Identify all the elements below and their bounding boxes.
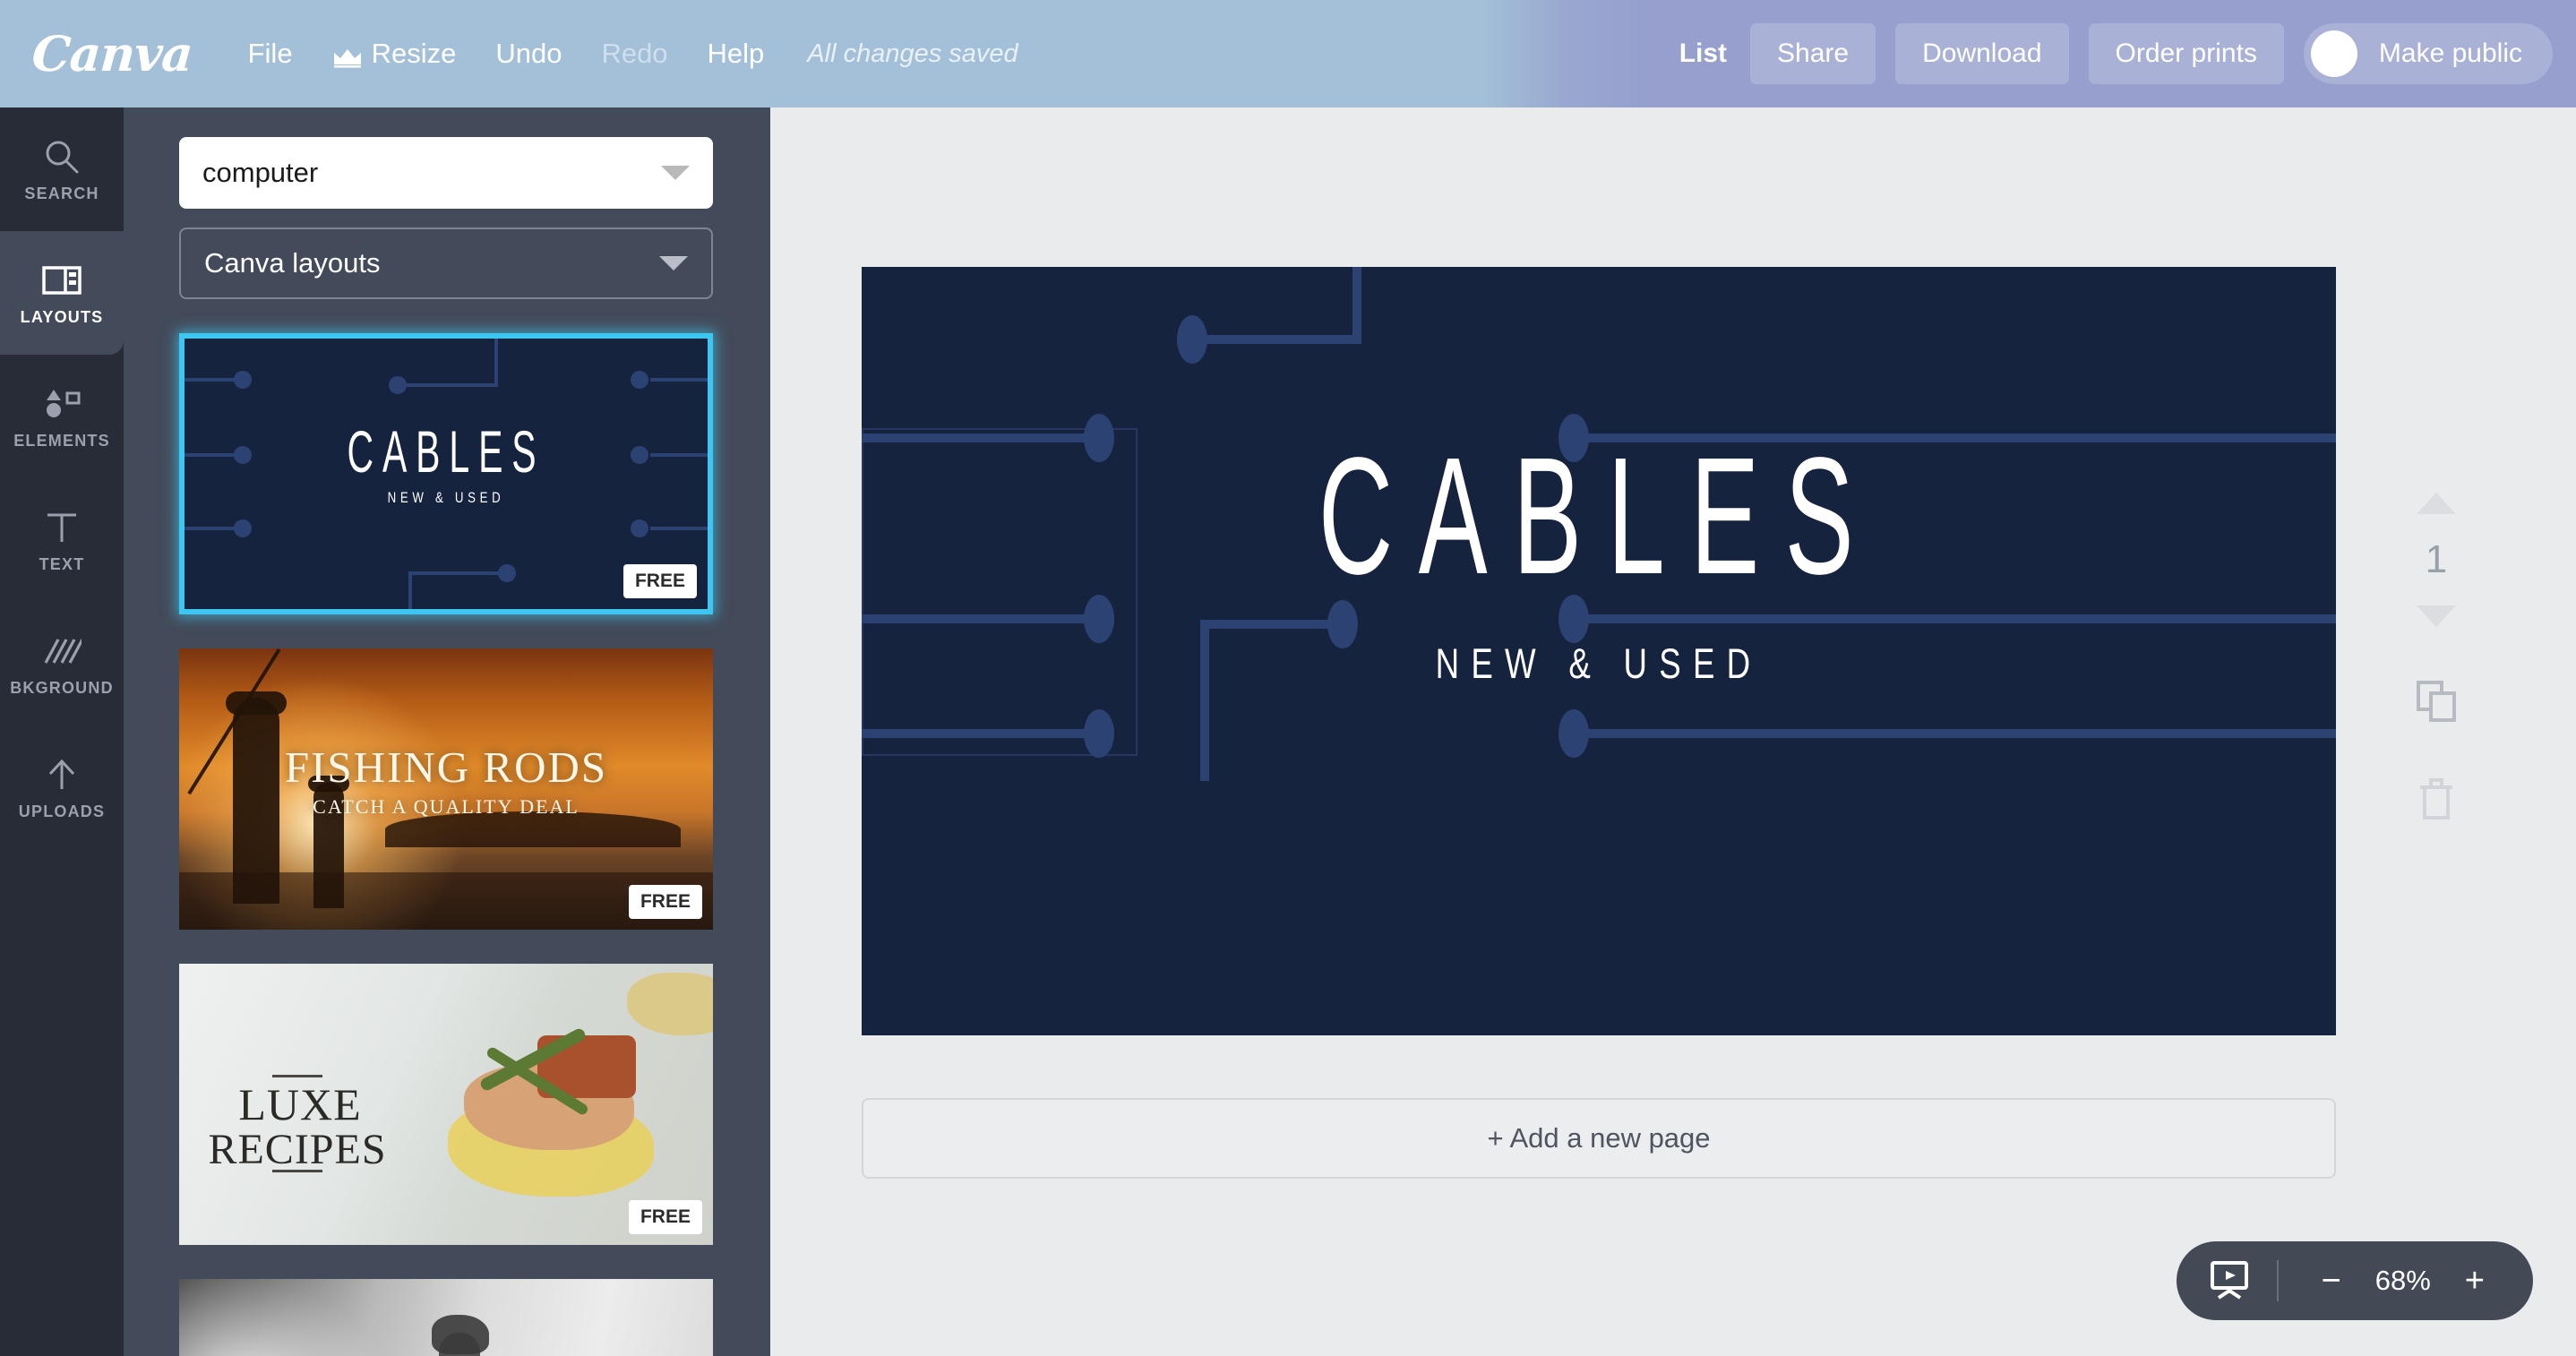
- sidebar-item-search[interactable]: SEARCH: [0, 107, 124, 231]
- chevron-down-icon[interactable]: [661, 166, 690, 180]
- add-new-page-label: + Add a new page: [1487, 1122, 1711, 1154]
- thumbnail-title-line1: LUXE: [238, 1079, 362, 1129]
- canva-logo[interactable]: Canva: [30, 25, 194, 82]
- thumbnail-subtitle: CATCH A QUALITY DEAL: [313, 795, 580, 818]
- menu-item-redo[interactable]: Redo: [581, 29, 687, 79]
- text-icon: [43, 507, 81, 548]
- layouts-icon: [42, 260, 82, 301]
- top-bar: Canva File Resize Undo Redo Help All cha…: [0, 0, 2576, 107]
- delete-icon[interactable]: [2417, 778, 2455, 826]
- search-icon: [43, 136, 81, 177]
- menu-item-file[interactable]: File: [228, 29, 313, 79]
- share-button[interactable]: Share: [1750, 23, 1876, 84]
- save-status-text: All changes saved: [807, 39, 1018, 68]
- sidebar-item-layouts-label: LAYOUTS: [20, 307, 104, 326]
- left-sidebar: SEARCH LAYOUTS ELEMENTS TEXT BKGROUND UP…: [0, 107, 124, 1356]
- layout-thumbnail-luxe-recipes[interactable]: LUXE RECIPES FREE: [179, 964, 713, 1245]
- upload-icon: [44, 754, 80, 795]
- search-input[interactable]: computer: [179, 137, 713, 209]
- menu-item-undo[interactable]: Undo: [476, 29, 581, 79]
- free-badge: FREE: [628, 885, 702, 919]
- make-public-toggle[interactable]: Make public: [2303, 23, 2553, 84]
- menu-item-help[interactable]: Help: [688, 29, 785, 79]
- menu-item-resize-label: Resize: [371, 38, 457, 69]
- make-public-label: Make public: [2378, 39, 2522, 68]
- zoom-in-button[interactable]: +: [2447, 1264, 2503, 1298]
- page-tools: 1: [2383, 493, 2490, 826]
- thumbnail-title: CABLES: [347, 418, 545, 485]
- category-dropdown-value: Canva layouts: [204, 247, 381, 279]
- water-photo: [179, 1279, 713, 1356]
- order-prints-button[interactable]: Order prints: [2088, 23, 2284, 84]
- chevron-down-icon[interactable]: [659, 256, 688, 270]
- thumbnail-title-line2: RECIPES: [208, 1126, 387, 1173]
- canvas-area: CABLES NEW & USED + Add a new page 1 − 6…: [770, 107, 2576, 1356]
- sidebar-item-search-label: SEARCH: [24, 184, 99, 202]
- free-badge: FREE: [623, 564, 697, 598]
- sidebar-item-elements[interactable]: ELEMENTS: [0, 355, 124, 478]
- download-button[interactable]: Download: [1895, 23, 2069, 84]
- layout-thumbnail-list[interactable]: CABLES NEW & USED FREE FISHING RODS CATC…: [179, 333, 743, 1356]
- menu-item-undo-label: Undo: [495, 38, 562, 69]
- canvas-cables-artwork: CABLES NEW & USED: [862, 267, 2336, 1035]
- page-number: 1: [2425, 537, 2448, 581]
- menu-item-file-label: File: [247, 38, 293, 69]
- search-input-value: computer: [202, 157, 319, 188]
- move-down-icon[interactable]: [2417, 605, 2456, 627]
- sidebar-item-text-label: TEXT: [39, 554, 85, 573]
- sidebar-item-layouts[interactable]: LAYOUTS: [0, 215, 124, 371]
- sidebar-item-background-label: BKGROUND: [10, 678, 114, 697]
- layout-thumbnail-cables[interactable]: CABLES NEW & USED FREE: [179, 333, 713, 614]
- thumbnail-subtitle: NEW & USED: [387, 489, 505, 506]
- menu-item-redo-label: Redo: [601, 38, 668, 69]
- sidebar-item-text[interactable]: TEXT: [0, 478, 124, 602]
- toggle-knob: [2310, 30, 2357, 77]
- present-icon[interactable]: [2207, 1257, 2252, 1306]
- design-canvas-page[interactable]: CABLES NEW & USED: [862, 267, 2336, 1035]
- top-bar-right-group: List Share Download Order prints Make pu…: [1481, 0, 2576, 107]
- move-up-icon[interactable]: [2417, 493, 2456, 514]
- zoom-out-button[interactable]: −: [2304, 1264, 2359, 1298]
- zoom-controls: − 68% +: [2176, 1241, 2533, 1320]
- thumbnail-artwork: [179, 1279, 713, 1356]
- elements-icon: [41, 383, 82, 425]
- crown-icon: [332, 43, 363, 68]
- canvas-title[interactable]: CABLES: [1142, 433, 2057, 600]
- thumbnail-title: FISHING RODS: [284, 742, 608, 792]
- sidebar-item-uploads-label: UPLOADS: [18, 802, 106, 820]
- layout-thumbnail-water-photo[interactable]: [179, 1279, 713, 1356]
- layout-thumbnail-fishing-rods[interactable]: FISHING RODS CATCH A QUALITY DEAL FREE: [179, 648, 713, 930]
- background-icon: [42, 631, 82, 672]
- sidebar-item-uploads[interactable]: UPLOADS: [0, 725, 124, 849]
- menu-item-resize[interactable]: Resize: [313, 29, 477, 79]
- canvas-subtitle[interactable]: NEW & USED: [1024, 639, 2174, 688]
- add-new-page-button[interactable]: + Add a new page: [862, 1098, 2336, 1179]
- category-dropdown[interactable]: Canva layouts: [179, 227, 713, 299]
- duplicate-icon[interactable]: [2415, 679, 2458, 726]
- zoom-divider: [2276, 1260, 2279, 1301]
- free-badge: FREE: [628, 1200, 702, 1234]
- sidebar-item-elements-label: ELEMENTS: [13, 431, 110, 450]
- top-bar-left-group: Canva File Resize Undo Redo Help All cha…: [0, 0, 1018, 107]
- menu-item-help-label: Help: [707, 38, 765, 69]
- sidebar-item-background[interactable]: BKGROUND: [0, 602, 124, 725]
- layouts-panel: computer Canva layouts CABLES NEW & USED…: [124, 107, 770, 1356]
- zoom-level-value: 68%: [2374, 1265, 2431, 1296]
- list-label[interactable]: List: [1679, 39, 1727, 69]
